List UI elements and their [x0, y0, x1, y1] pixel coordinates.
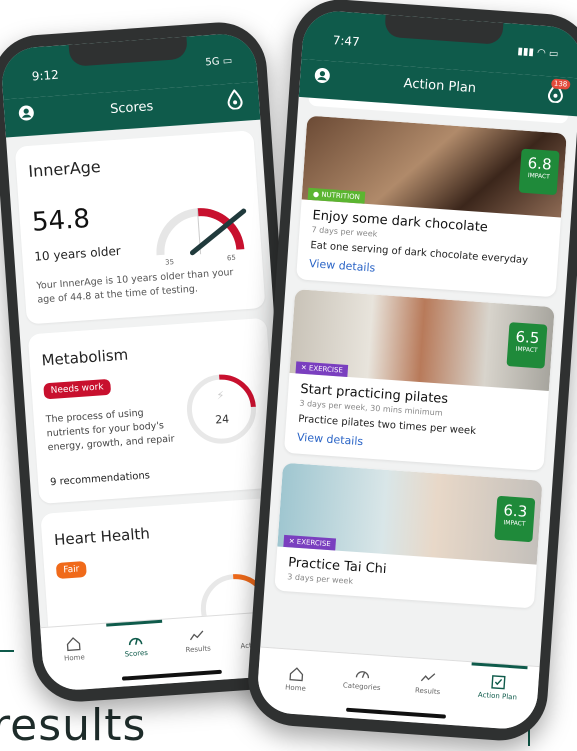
- background-text: results: [0, 700, 147, 751]
- metabolism-score-ring: ⚡ 24: [186, 374, 256, 444]
- drop-icon[interactable]: 138: [547, 78, 571, 107]
- status-badge: Fair: [55, 560, 87, 579]
- pilates-photo: 6.5 IMPACT ✕ EXERCISE: [289, 289, 555, 392]
- chocolate-photo: 6.8 IMPACT ● NUTRITION: [301, 115, 567, 218]
- status-badge: Needs work: [43, 378, 112, 400]
- tai-chi-photo: 6.3 IMPACT ✕ EXERCISE: [277, 462, 543, 565]
- action-card[interactable]: 6.5 IMPACT ✕ EXERCISE Start practicing pi…: [283, 289, 555, 471]
- innerage-subtitle: 10 years older: [33, 243, 122, 264]
- right-phone-screen: 7:47 ▮▮▮ ◠ ▭ Action Plan 138 6.8 IMPACT ●…: [255, 9, 577, 731]
- recommendations-count: 9 recommendations: [49, 470, 151, 489]
- status-signal-icons: ▮▮▮ ◠ ▭: [517, 46, 559, 60]
- tab-home[interactable]: Home: [267, 664, 325, 694]
- heart-health-title: Heart Health: [53, 524, 151, 550]
- innerage-title: InnerAge: [27, 156, 102, 181]
- home-indicator: [345, 707, 447, 719]
- gauge-min-label: 35: [165, 258, 174, 267]
- status-time: 9:12: [31, 67, 60, 84]
- innerage-gauge: 35 65: [156, 208, 247, 267]
- drop-icon[interactable]: [226, 88, 244, 114]
- page-title: Scores: [109, 99, 154, 118]
- bottom-tab-bar: Home Categories Results Action Plan: [255, 646, 540, 731]
- right-phone: 7:47 ▮▮▮ ◠ ▭ Action Plan 138 6.8 IMPACT ●…: [244, 0, 577, 744]
- impact-score-badge: 6.3 IMPACT: [494, 495, 536, 543]
- action-card[interactable]: 6.3 IMPACT ✕ EXERCISE Practice Tai Chi 3 …: [274, 462, 543, 609]
- metabolism-title: Metabolism: [41, 345, 129, 370]
- tab-home[interactable]: Home: [45, 634, 103, 664]
- gauge-max-label: 65: [227, 254, 236, 263]
- innerage-value: 54.8: [30, 203, 91, 238]
- status-time: 7:47: [332, 33, 361, 49]
- innerage-card[interactable]: InnerAge 54.8 10 years older 35 65 Your …: [14, 130, 266, 325]
- impact-score-badge: 6.8 IMPACT: [518, 148, 560, 196]
- decor-line-left: [0, 650, 14, 652]
- notification-badge: 138: [550, 78, 571, 90]
- innerage-description: Your InnerAge is 10 years older than you…: [36, 266, 234, 306]
- tab-results[interactable]: Results: [399, 667, 457, 697]
- metabolism-card[interactable]: Metabolism Needs work The process of usi…: [27, 317, 279, 505]
- action-card[interactable]: 6.8 IMPACT ● NUTRITION Enjoy some dark ch…: [296, 115, 567, 298]
- tab-categories[interactable]: Categories: [334, 663, 392, 693]
- metabolism-description: The process of using nutrients for your …: [45, 407, 175, 453]
- home-indicator: [121, 669, 222, 681]
- metabolism-score: 24: [215, 413, 230, 427]
- impact-score-badge: 6.5 IMPACT: [506, 322, 548, 369]
- tab-results[interactable]: Results: [169, 625, 227, 655]
- tab-scores[interactable]: Scores: [106, 619, 165, 660]
- tab-action-plan[interactable]: Action Plan: [469, 662, 528, 702]
- status-signal: 5G ▭: [205, 55, 233, 69]
- svg-text:⚡: ⚡: [216, 389, 225, 403]
